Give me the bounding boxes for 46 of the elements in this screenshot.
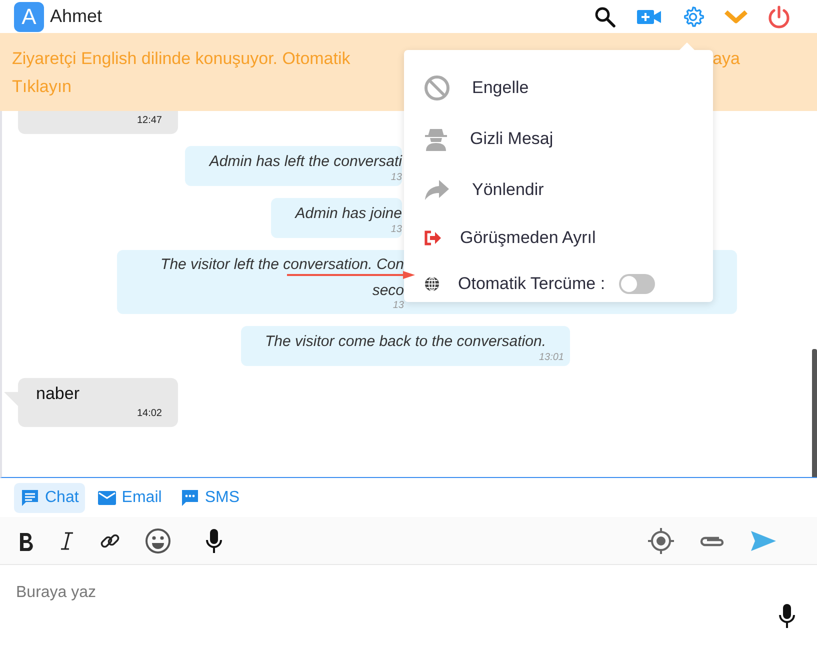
ban-icon (424, 74, 450, 100)
message-time: 14:02 (136, 408, 162, 419)
search-icon[interactable] (593, 4, 617, 28)
message-text: seco (372, 282, 404, 300)
message-text: Admin has left the conversati (209, 152, 402, 172)
globe-icon (424, 276, 440, 292)
chat-icon (20, 488, 40, 508)
power-icon[interactable] (767, 4, 791, 28)
message-text: naber (36, 384, 80, 404)
channel-tab[interactable]: Email (90, 482, 168, 512)
exit-icon (424, 230, 442, 246)
menu-item[interactable]: Görüşmeden Ayrıl (404, 215, 713, 261)
message-time: 13 (390, 224, 402, 236)
message-input[interactable]: Buraya yaz (14, 583, 318, 603)
toggle-switch[interactable] (619, 274, 656, 294)
avatar: A (14, 2, 44, 32)
channel-tab[interactable]: SMS (174, 482, 246, 512)
scrollbar[interactable] (812, 349, 817, 477)
message-text: The visitor left the conversation. Con (160, 256, 404, 274)
menu-item[interactable]: Otomatik Tercüme : (404, 261, 713, 307)
share-arrow-icon (424, 178, 450, 200)
message-time: 13 (390, 172, 402, 184)
menu-item[interactable]: Gizli Mesaj (404, 113, 713, 164)
banner-text: aya (712, 48, 740, 70)
sms-icon (180, 488, 200, 508)
menu-label: Otomatik Tercüme : (458, 274, 606, 294)
microphone-icon[interactable] (205, 528, 223, 554)
message-time: 13:01 (538, 352, 564, 364)
contact-name: Ahmet (50, 6, 102, 27)
italic-icon[interactable] (59, 530, 75, 550)
message-time: 13 (392, 300, 404, 312)
message-text: The visitor come back to the conversation. (265, 332, 546, 352)
bold-icon[interactable] (17, 530, 35, 550)
menu-label: Gizli Mesaj (470, 128, 554, 148)
menu-label: Yönlendir (472, 180, 544, 200)
message-time: 12:47 (136, 115, 162, 126)
location-icon[interactable] (647, 526, 675, 554)
emoji-icon[interactable] (145, 528, 171, 554)
settings-icon[interactable] (681, 4, 705, 28)
menu-item[interactable]: Engelle (404, 62, 713, 113)
menu-label: Engelle (472, 78, 529, 98)
microphone-icon[interactable] (778, 603, 796, 629)
banner-text: Ziyaretçi English dilinde konuşuyor. Otomatik (12, 48, 350, 70)
message-text: Admin has joine (295, 204, 402, 224)
menu-label: Görüşmeden Ayrıl (460, 228, 596, 248)
menu-item[interactable]: Yönlendir (404, 164, 713, 215)
